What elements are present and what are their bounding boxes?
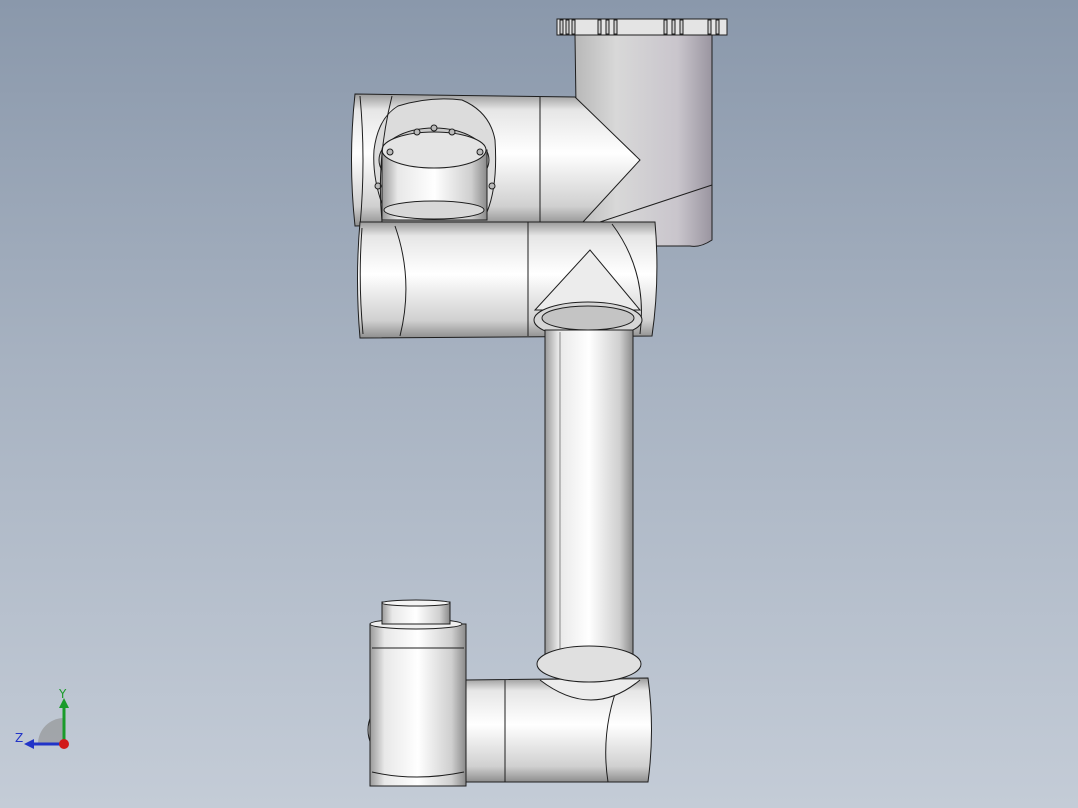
wrist-joint bbox=[464, 645, 652, 783]
triad-z-label: Z bbox=[15, 731, 24, 745]
x-axis-dot bbox=[59, 739, 69, 749]
forearm-tube bbox=[544, 329, 634, 661]
tool-flange bbox=[367, 599, 467, 787]
elbow-joint-upper bbox=[357, 221, 658, 339]
triad-y-label: Y bbox=[59, 687, 67, 701]
graphics-viewport[interactable]: Y Z bbox=[0, 0, 1078, 808]
robot-arm-model[interactable] bbox=[0, 0, 1078, 808]
orientation-triad bbox=[24, 698, 69, 749]
base-flange bbox=[556, 18, 728, 36]
